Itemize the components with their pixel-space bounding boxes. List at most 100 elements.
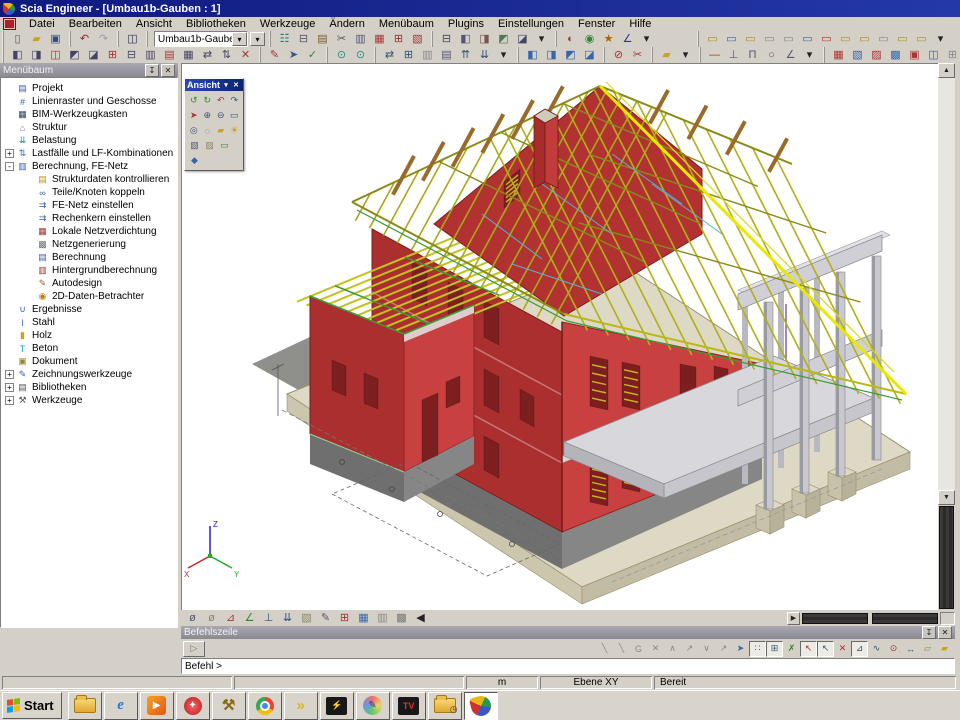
tree-item-berechnung-fe-netz[interactable]: -▥Berechnung, FE-Netz — [1, 160, 177, 173]
select-add-icon[interactable]: ✎ — [265, 47, 284, 63]
snap-length-icon[interactable]: ↔ — [902, 641, 919, 657]
project-selector-dropdown-icon[interactable]: ▾ — [232, 32, 247, 46]
view-preset-2-icon[interactable]: ▭ — [722, 31, 741, 47]
snap-dot-grid-icon[interactable]: ∷ — [749, 641, 766, 657]
collapse-toolbar-icon[interactable]: ◀ — [411, 610, 430, 627]
supports-view-icon[interactable]: ⊥ — [259, 610, 278, 627]
mirror-icon[interactable]: ⇊ — [475, 47, 494, 63]
command-input[interactable] — [181, 658, 955, 674]
doc-view-icon[interactable]: ◪ — [513, 31, 532, 47]
view-preset-5-icon[interactable]: ▭ — [779, 31, 798, 47]
workplane-1-icon[interactable]: ⊙ — [332, 47, 351, 63]
scroll-thumb[interactable] — [939, 506, 954, 609]
cut-red-icon[interactable]: ✂ — [628, 47, 647, 63]
ruler-icon[interactable]: ∠ — [618, 31, 637, 47]
snap-endpoint-icon[interactable]: ↖ — [800, 641, 817, 657]
menu-item-bibliotheken[interactable]: Bibliotheken — [179, 17, 253, 31]
project-extra-dropdown-icon[interactable]: ▾ — [250, 32, 265, 46]
tree-item-stahl[interactable]: IStahl — [1, 316, 177, 329]
snap-line-icon[interactable]: ╲ — [596, 641, 613, 657]
fe-load-icon[interactable]: ⊞ — [943, 47, 960, 63]
status-plane[interactable]: Ebene XY — [540, 676, 652, 689]
tree-item-berechnung-fe-netz-expander[interactable]: - — [5, 162, 14, 171]
draw-more-icon[interactable]: ▾ — [800, 47, 819, 63]
tree-item-werkzeuge[interactable]: +⚒Werkzeuge — [1, 394, 177, 407]
undo-icon[interactable]: ↶ — [75, 31, 94, 47]
tree-item-struktur[interactable]: ⌂Struktur — [1, 121, 177, 134]
tree-item-lastfaelle[interactable]: +⇅Lastfälle und LF-Kombinationen — [1, 147, 177, 160]
tree-item-2d-daten-betrachter[interactable]: ◉2D-Daten-Betrachter — [1, 290, 177, 303]
tree-panel-header[interactable]: Menübaum ↧ ✕ — [0, 63, 178, 77]
capture-icon[interactable]: ◨ — [475, 31, 494, 47]
tree-item-hintergrundberechnung[interactable]: ▥Hintergrundberechnung — [1, 264, 177, 277]
menu-item-ansicht[interactable]: Ansicht — [129, 17, 179, 31]
filter-4-icon[interactable]: ◩ — [65, 47, 84, 63]
tree-item-werkzeuge-expander[interactable]: + — [5, 396, 14, 405]
rotate-y-icon[interactable]: ↻ — [201, 93, 215, 108]
props-icon[interactable]: ▤ — [437, 47, 456, 63]
sync-arrows-icon[interactable]: » — [284, 692, 318, 720]
draw-rect-icon[interactable]: Π — [743, 47, 762, 63]
fe-wall-icon[interactable]: ▩ — [886, 47, 905, 63]
fe-node-icon[interactable]: ▦ — [829, 47, 848, 63]
menu-item-werkzeuge[interactable]: Werkzeuge — [253, 17, 322, 31]
loads-view-icon[interactable]: ⇊ — [278, 610, 297, 627]
tree-close-icon[interactable]: ✕ — [161, 64, 175, 77]
menu-item-einstellungen[interactable]: Einstellungen — [491, 17, 571, 31]
tree-item-dokument[interactable]: ▣Dokument — [1, 355, 177, 368]
rotate-z-icon[interactable]: ↶ — [214, 93, 228, 108]
draw-angle-icon[interactable]: ∠ — [781, 47, 800, 63]
table-red-icon[interactable]: ▧ — [408, 31, 427, 47]
delete-icon[interactable]: ⊘ — [609, 47, 628, 63]
view-preset-9-icon[interactable]: ▭ — [855, 31, 874, 47]
mail-schedule-icon[interactable]: ◷ — [428, 692, 462, 720]
snap-tangent-icon[interactable]: ∿ — [868, 641, 885, 657]
drawing-viewport[interactable]: Z X Y Ansicht ▾ ✕ ↺↻↶↷➤⊕⊖▭◎◌▰☀▧▨▭◆ — [181, 63, 938, 610]
view-preset-1-icon[interactable]: ▭ — [703, 31, 722, 47]
filter-13-icon[interactable]: ✕ — [236, 47, 255, 63]
filter-6-icon[interactable]: ⊞ — [103, 47, 122, 63]
cut-icon[interactable]: ✂ — [332, 31, 351, 47]
tree-pin-icon[interactable]: ↧ — [145, 64, 159, 77]
scia-engineer-icon[interactable] — [464, 692, 498, 720]
menu-item-fenster[interactable]: Fenster — [571, 17, 622, 31]
command-panel-header[interactable]: Befehlszeile ↧ ✕ — [181, 626, 955, 639]
fe-beam-icon[interactable]: ▧ — [848, 47, 867, 63]
bring-icon[interactable]: ⇈ — [456, 47, 475, 63]
tree-item-zeichnungswerkzeuge[interactable]: +✎Zeichnungswerkzeuge — [1, 368, 177, 381]
select-poly-icon[interactable]: ➤ — [284, 47, 303, 63]
workplane-2-icon[interactable]: ⊙ — [351, 47, 370, 63]
view-preset-12-icon[interactable]: ▭ — [912, 31, 931, 47]
wireframe-toggle-icon[interactable]: ø — [183, 610, 202, 627]
fe-support-icon[interactable]: ▣ — [905, 47, 924, 63]
fe-hinge-icon[interactable]: ◫ — [924, 47, 943, 63]
vertical-scrollbar[interactable]: ▲ ▼ — [938, 63, 955, 610]
clipboard-icon[interactable]: ▥ — [351, 31, 370, 47]
tree-item-strukturdaten[interactable]: ▤Strukturdaten kontrollieren — [1, 173, 177, 186]
view-preset-8-icon[interactable]: ▭ — [836, 31, 855, 47]
project-window-icon[interactable]: ◫ — [123, 31, 142, 47]
tree-item-belastung[interactable]: ⇊Belastung — [1, 134, 177, 147]
render-view-icon[interactable]: ▧ — [297, 610, 316, 627]
filter-10-icon[interactable]: ▦ — [179, 47, 198, 63]
filter-2-icon[interactable]: ◨ — [27, 47, 46, 63]
menu-item--ndern[interactable]: Ändern — [322, 17, 371, 31]
internet-explorer-icon[interactable]: e — [104, 692, 138, 720]
view-preset-10-icon[interactable]: ▭ — [874, 31, 893, 47]
zoom-all-icon[interactable]: ◎ — [187, 123, 201, 138]
results-view-icon[interactable]: ∠ — [240, 610, 259, 627]
draw-circle-icon[interactable]: ○ — [762, 47, 781, 63]
filter-12-icon[interactable]: ⇅ — [217, 47, 236, 63]
view-more-icon[interactable]: ▾ — [931, 31, 950, 47]
filter-11-icon[interactable]: ⇄ — [198, 47, 217, 63]
snap-delete-icon[interactable]: ✕ — [647, 641, 664, 657]
filter-5-icon[interactable]: ◪ — [84, 47, 103, 63]
fe-slab-icon[interactable]: ▨ — [867, 47, 886, 63]
win-left-icon[interactable]: ◩ — [561, 47, 580, 63]
zoom-in-icon[interactable]: ⊕ — [201, 108, 215, 123]
file-explorer-icon[interactable] — [68, 692, 102, 720]
command-close-icon[interactable]: ✕ — [938, 626, 952, 639]
folder-add-icon[interactable]: ▰ — [657, 47, 676, 63]
view-preset-7-icon[interactable]: ▭ — [817, 31, 836, 47]
snap-edge-icon[interactable]: ▰ — [936, 641, 953, 657]
